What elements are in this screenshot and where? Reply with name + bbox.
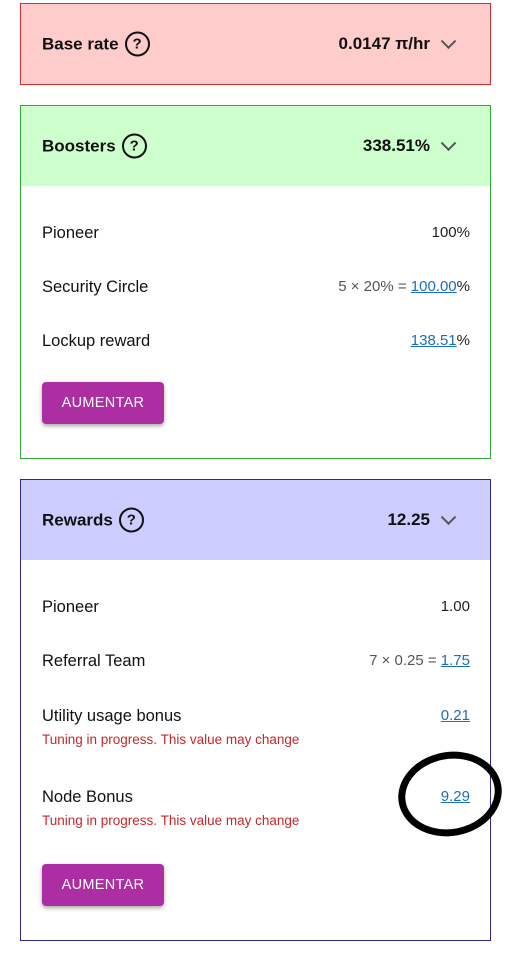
reward-label: Utility usage bonus <box>42 707 182 725</box>
utility-usage-bonus-link[interactable]: 0.21 <box>441 707 470 724</box>
question-circle-icon[interactable]: ? <box>121 133 147 159</box>
rewards-aumentar-button[interactable]: AUMENTAR <box>42 864 164 906</box>
base-rate-card: Base rate ? 0.0147 π/hr <box>20 3 491 85</box>
booster-value: 138.51% <box>411 332 470 349</box>
percent-suffix: % <box>456 278 470 295</box>
booster-label: Pioneer <box>42 224 99 242</box>
chevron-down-icon[interactable] <box>440 33 457 50</box>
lockup-reward-link[interactable]: 138.51 <box>411 332 457 349</box>
booster-label: Lockup reward <box>42 332 151 350</box>
security-circle-link[interactable]: 100.00 <box>411 278 457 295</box>
boosters-aumentar-button[interactable]: AUMENTAR <box>42 382 164 424</box>
boosters-header[interactable]: Boosters ? 338.51% <box>21 106 490 186</box>
rewards-card: Rewards ? 12.25 Pioneer 1.00 Referral Te… <box>20 479 491 941</box>
reward-value: 0.21 <box>441 707 470 724</box>
reward-value: 7 × 0.25 = 1.75 <box>369 652 470 669</box>
rewards-value: 12.25 <box>387 510 430 529</box>
rewards-title-text: Rewards <box>42 510 113 529</box>
percent-suffix: % <box>456 332 470 349</box>
booster-value: 5 × 20% = 100.00% <box>338 278 470 295</box>
chevron-down-icon[interactable] <box>440 509 457 526</box>
base-rate-value: 0.0147 π/hr <box>338 34 430 53</box>
boosters-card: Boosters ? 338.51% Pioneer 100% Security… <box>20 105 491 459</box>
question-circle-icon[interactable]: ? <box>118 507 144 533</box>
base-rate-title: Base rate ? <box>42 31 150 57</box>
reward-label: Node Bonus <box>42 788 133 806</box>
question-circle-icon[interactable]: ? <box>124 31 150 57</box>
reward-label: Referral Team <box>42 652 146 670</box>
base-rate-title-text: Base rate <box>42 34 119 53</box>
base-rate-header[interactable]: Base rate ? 0.0147 π/hr <box>21 4 490 84</box>
referral-team-formula: 7 × 0.25 = <box>369 652 441 669</box>
boosters-title: Boosters ? <box>42 133 147 159</box>
reward-value: 1.00 <box>440 598 470 615</box>
security-circle-formula: 5 × 20% = <box>338 278 411 295</box>
chevron-down-icon[interactable] <box>440 135 457 152</box>
rewards-header[interactable]: Rewards ? 12.25 <box>21 480 490 560</box>
rewards-title: Rewards ? <box>42 507 144 533</box>
reward-label: Pioneer <box>42 598 99 616</box>
boosters-value: 338.51% <box>362 136 430 155</box>
boosters-title-text: Boosters <box>42 136 116 155</box>
referral-team-link[interactable]: 1.75 <box>441 652 470 669</box>
booster-label: Security Circle <box>42 278 149 296</box>
tuning-warning: Tuning in progress. This value may chang… <box>42 732 300 747</box>
booster-value: 100% <box>431 224 470 241</box>
tuning-warning: Tuning in progress. This value may chang… <box>42 813 300 828</box>
